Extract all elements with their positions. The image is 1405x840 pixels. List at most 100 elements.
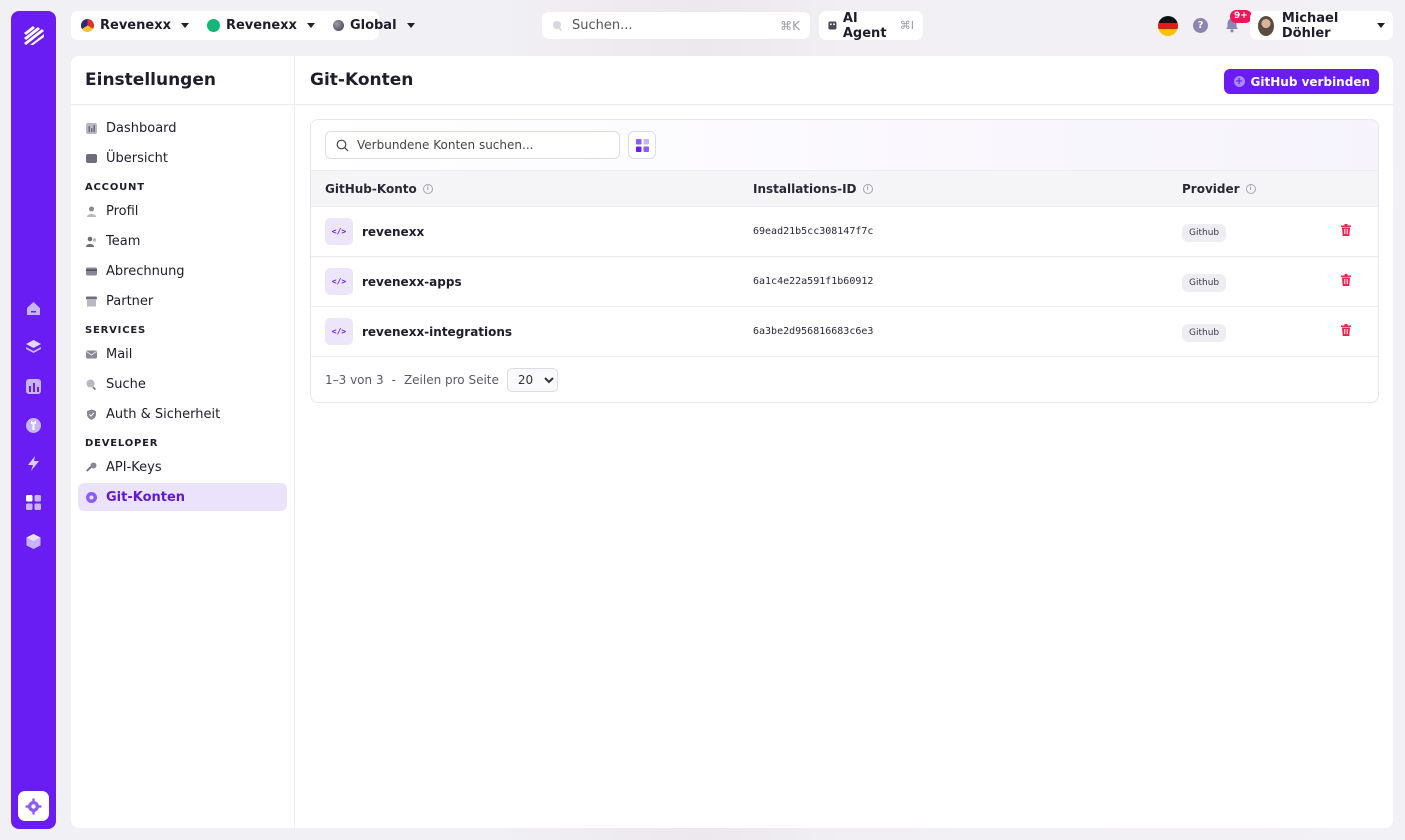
chart-icon[interactable]	[24, 377, 43, 396]
column-header-provider[interactable]: Provider i	[1182, 182, 1256, 196]
column-label: GitHub-Konto	[325, 181, 417, 196]
app-rail	[11, 11, 56, 829]
ai-agent-shortcut: ⌘I	[899, 19, 914, 32]
rows-per-page-select[interactable]: 20	[506, 367, 558, 392]
account-cell: </> revenexx-integrations	[325, 318, 512, 345]
settings-nav-list: Dashboard Übersicht ACCOUNT Profil Team …	[71, 105, 294, 511]
code-icon: </>	[325, 318, 353, 345]
delete-button[interactable]	[1340, 223, 1352, 240]
nav-item-git-accounts[interactable]: Git-Konten	[78, 483, 287, 511]
git-accounts-table: Verbundene Konten suchen... GitHub-Konto…	[310, 119, 1379, 403]
store-icon	[86, 296, 97, 307]
connect-github-button[interactable]: + GitHub verbinden	[1223, 69, 1379, 94]
gear-icon	[25, 798, 42, 814]
bolt-icon[interactable]	[24, 454, 43, 473]
chevron-down-icon	[406, 23, 415, 28]
status-dot-icon	[206, 19, 220, 32]
nav-item-label: Suche	[106, 376, 146, 392]
nav-item-label: Übersicht	[106, 150, 168, 166]
user-name: Michael Döhler	[1281, 10, 1339, 41]
home-icon[interactable]	[24, 299, 43, 318]
nav-item-label: Profil	[106, 203, 139, 219]
nav-item-partner[interactable]: Partner	[78, 287, 287, 315]
nav-item-label: Team	[106, 233, 141, 249]
info-icon: i	[422, 183, 433, 194]
table-row[interactable]: </> revenexx 69ead21b5cc308147f7c Github	[311, 206, 1378, 256]
ai-agent-label: AI Agent	[842, 10, 887, 41]
layers-icon[interactable]	[24, 337, 43, 356]
org-switcher-2[interactable]: Revenexx	[197, 11, 323, 40]
delete-button[interactable]	[1340, 323, 1352, 340]
provider-badge: Github	[1182, 324, 1227, 342]
grid-icon	[635, 138, 649, 152]
nav-item-label: API-Keys	[106, 459, 162, 475]
nav-item-search[interactable]: Suche	[78, 370, 287, 398]
pagination: 1–3 von 3 - Zeilen pro Seite 20	[311, 356, 1378, 402]
nav-item-profile[interactable]: Profil	[78, 197, 287, 225]
column-header-account[interactable]: GitHub-Konto i	[325, 182, 433, 196]
nav-item-auth-security[interactable]: Auth & Sicherheit	[78, 400, 287, 428]
dashboard-icon	[86, 122, 97, 134]
provider-badge: Github	[1182, 274, 1227, 292]
trash-icon	[1341, 223, 1351, 236]
top-bar: Revenexx Revenexx Global Suchen... ⌘K AI…	[71, 10, 1393, 41]
table-row[interactable]: </> revenexx-integrations 6a3be2d9568166…	[311, 306, 1378, 356]
provider-cell: Github	[1182, 224, 1227, 242]
trash-icon	[1341, 323, 1351, 336]
account-name: revenexx-apps	[362, 274, 462, 289]
installation-id: 69ead21b5cc308147f7c	[753, 226, 874, 237]
settings-title: Einstellungen	[71, 56, 294, 105]
nav-item-dashboard[interactable]: Dashboard	[78, 114, 287, 142]
info-icon: i	[1245, 183, 1256, 194]
scope-name: Global	[349, 18, 397, 33]
ai-agent-button[interactable]: AI Agent ⌘I	[819, 10, 923, 41]
avatar	[1258, 15, 1274, 36]
globe-icon	[332, 20, 344, 31]
overview-icon	[86, 153, 97, 164]
nav-item-team[interactable]: Team	[78, 227, 287, 255]
provider-cell: Github	[1182, 324, 1227, 342]
nav-item-overview[interactable]: Übersicht	[78, 144, 287, 172]
app-logo-icon[interactable]	[21, 23, 47, 49]
search-placeholder: Suchen...	[572, 18, 633, 33]
plug-icon[interactable]	[24, 416, 43, 435]
account-name: revenexx	[362, 224, 425, 239]
org-switcher-1[interactable]: Revenexx	[71, 11, 197, 40]
accounts-search-input[interactable]: Verbundene Konten suchen...	[325, 131, 620, 159]
account-cell: </> revenexx-apps	[325, 268, 462, 295]
help-icon[interactable]: ?	[1193, 18, 1208, 33]
settings-sidebar: Einstellungen Dashboard Übersicht ACCOUN…	[71, 56, 295, 828]
delete-button[interactable]	[1340, 273, 1352, 290]
code-icon: </>	[325, 218, 353, 245]
connect-github-label: GitHub verbinden	[1250, 74, 1370, 89]
trash-icon	[1341, 273, 1351, 286]
rows-per-page-label: Zeilen pro Seite	[403, 372, 499, 387]
key-icon	[86, 462, 97, 473]
nav-item-mail[interactable]: Mail	[78, 340, 287, 368]
global-search[interactable]: Suchen... ⌘K	[542, 12, 810, 39]
nav-item-label: Dashboard	[106, 120, 177, 136]
language-flag-de-icon[interactable]	[1158, 16, 1178, 36]
pagination-separator: -	[391, 372, 396, 387]
column-label: Installations-ID	[753, 181, 857, 196]
settings-gear-button[interactable]	[18, 791, 49, 821]
robot-icon	[828, 21, 837, 30]
plus-icon: +	[1233, 76, 1245, 87]
column-header-installation-id[interactable]: Installations-ID i	[753, 182, 873, 196]
nav-item-billing[interactable]: Abrechnung	[78, 257, 287, 285]
org-logo-icon	[81, 19, 94, 32]
code-icon: </>	[325, 268, 353, 295]
view-toggle-button[interactable]	[628, 131, 656, 159]
main-panel: Einstellungen Dashboard Übersicht ACCOUN…	[71, 56, 1393, 828]
column-label: Provider	[1182, 181, 1240, 196]
cube-icon[interactable]	[24, 532, 43, 551]
nav-item-api-keys[interactable]: API-Keys	[78, 453, 287, 481]
table-row[interactable]: </> revenexx-apps 6a1c4e22a591f1b60912 G…	[311, 256, 1378, 306]
user-menu[interactable]: Michael Döhler	[1250, 10, 1393, 41]
scope-switcher[interactable]: Global	[323, 11, 423, 40]
apps-icon[interactable]	[24, 493, 43, 512]
account-cell: </> revenexx	[325, 218, 424, 245]
section-developer: DEVELOPER	[85, 438, 159, 449]
pagination-range: 1–3 von 3	[325, 372, 384, 387]
content-area: Git-Konten + GitHub verbinden Verbundene…	[295, 56, 1393, 828]
